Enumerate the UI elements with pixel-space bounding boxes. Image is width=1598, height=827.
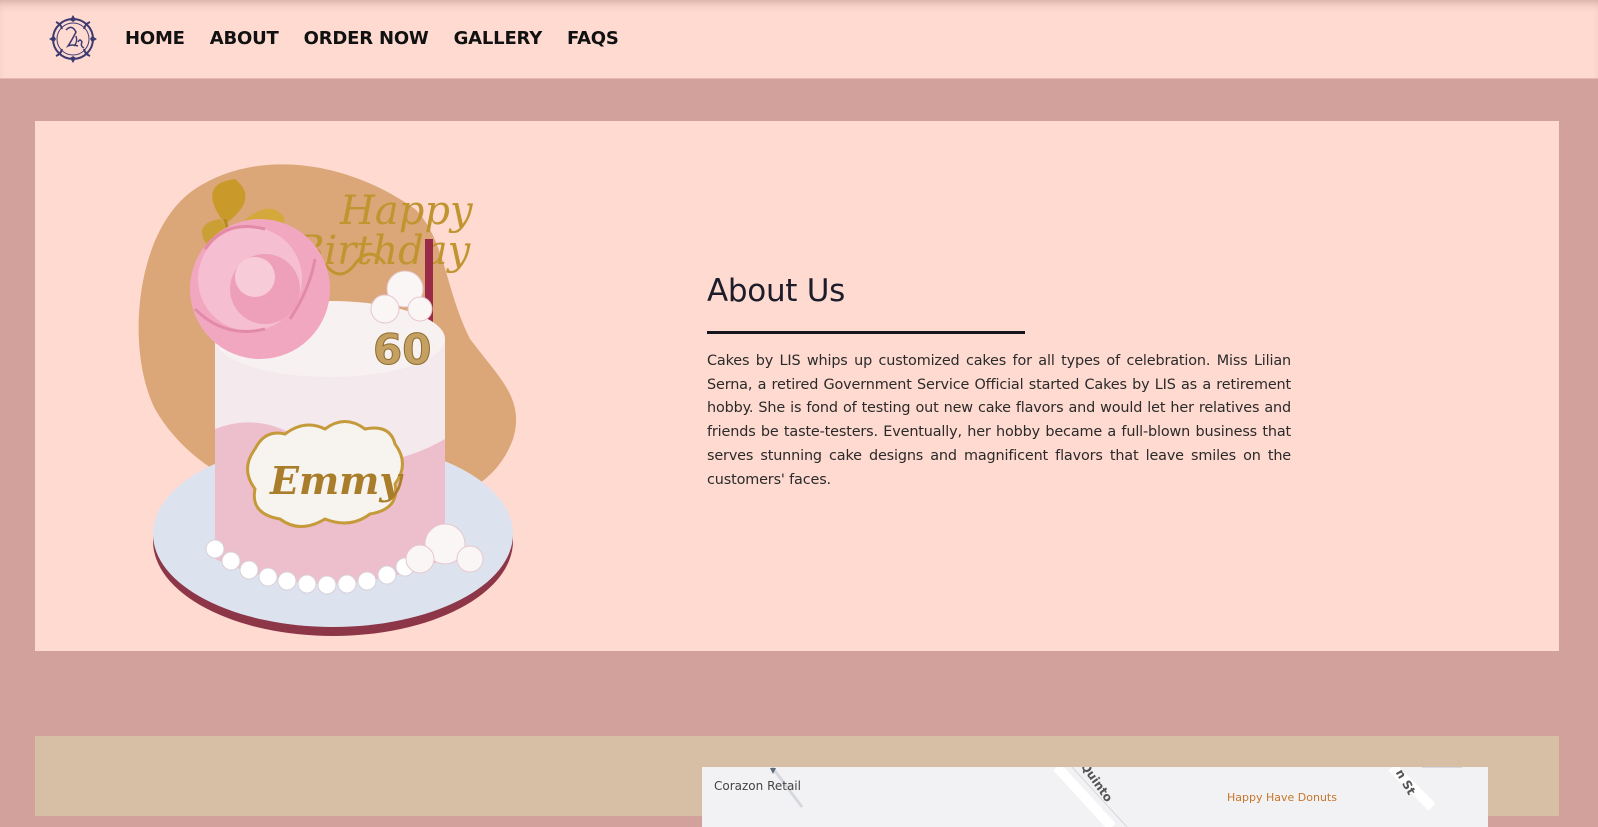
contact-section: Corazon Retail Happy Have Donuts Quinto … [35, 736, 1559, 827]
nav-about[interactable]: ABOUT [210, 26, 279, 52]
main-nav: HOME ABOUT ORDER NOW GALLERY FAQS [125, 26, 644, 52]
location-map[interactable]: Corazon Retail Happy Have Donuts Quinto … [702, 767, 1488, 827]
age-topper: 60 [373, 325, 431, 374]
nav-home[interactable]: HOME [125, 26, 185, 52]
nav-order-now[interactable]: ORDER NOW [304, 26, 429, 52]
birthday-cake-image: Happy Birthday Emmy 60 [138, 164, 517, 636]
top-navbar: HOME ABOUT ORDER NOW GALLERY FAQS [0, 0, 1598, 79]
about-title: About Us [707, 273, 845, 309]
about-text-block: About Us Cakes by LIS whips up customize… [707, 271, 1291, 507]
map-label-corazon: Corazon Retail [714, 779, 801, 793]
map-label-donuts: Happy Have Donuts [1227, 791, 1337, 804]
nav-faqs[interactable]: FAQS [567, 26, 619, 52]
cake-name-text: Emmy [269, 458, 404, 503]
cakes-by-lis-logo[interactable] [46, 12, 100, 66]
pink-rose [190, 219, 330, 359]
nav-gallery[interactable]: GALLERY [454, 26, 543, 52]
about-body-text: Cakes by LIS whips up customized cakes f… [707, 353, 1291, 488]
title-underline [707, 331, 1025, 334]
about-section: Happy Birthday Emmy 60 About Us Cakes by… [35, 121, 1559, 651]
